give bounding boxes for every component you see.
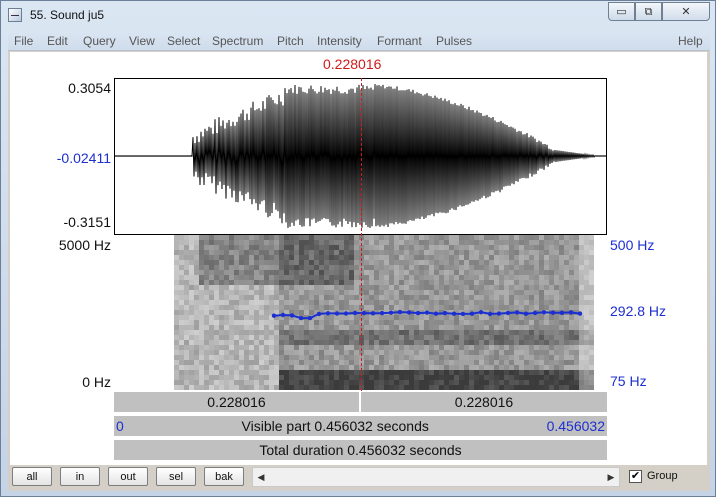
pitch-point [352,310,358,316]
zoom-back-button[interactable]: bak [204,467,244,486]
close-button[interactable]: ✕ [662,2,710,21]
pitch-point [424,310,430,315]
waveform-min-label: -0.3151 [63,214,111,230]
pitch-point [532,310,538,316]
menu-query[interactable]: Query [83,34,116,48]
pitch-point [478,310,484,315]
editor-canvas[interactable]: 0.228016 0.3054 -0.02411 -0.3151 5000 Hz… [10,52,707,487]
praat-sound-window: 55. Sound ju5 ▭ ⧉ ✕ File Edit Query View… [0,0,716,497]
waveform-mid-label: -0.02411 [56,150,111,166]
visible-part-label: Visible part 0.456032 seconds [241,418,429,434]
visible-start-label: 0 [116,418,124,434]
menu-bar: File Edit Query View Select Spectrum Pit… [8,31,710,51]
total-duration-bar[interactable]: Total duration 0.456032 seconds [114,440,607,460]
spectrogram-min-freq-label: 0 Hz [82,374,111,390]
total-duration-label: Total duration 0.456032 seconds [259,442,462,458]
group-checkbox[interactable]: ✔ [629,470,642,483]
waveform-max-label: 0.3054 [68,80,111,96]
zoom-selection-button[interactable]: sel [156,467,196,486]
menu-intensity[interactable]: Intensity [317,34,362,48]
scroll-right-arrow-icon[interactable]: ▶ [603,468,619,486]
pitch-point [397,309,403,315]
pitch-point [514,310,520,315]
window-title: 55. Sound ju5 [30,8,105,22]
maximize-button[interactable]: ⧉ [635,2,662,21]
menu-pitch[interactable]: Pitch [277,34,304,48]
menu-view[interactable]: View [129,34,155,48]
pitch-point [568,310,574,315]
pitch-point [460,311,466,317]
spectrogram-max-freq-label: 5000 Hz [58,237,111,253]
pitch-max-label: 500 Hz [610,237,655,253]
menu-edit[interactable]: Edit [47,34,68,48]
pitch-point [334,311,340,316]
pitch-point [271,313,277,318]
bottom-toolbar: all in out sel bak ◀ ▶ ✔ Group [8,465,710,491]
visible-end-label: 0.456032 [546,418,605,434]
visible-part-bar[interactable]: 0 Visible part 0.456032 seconds 0.456032 [114,416,607,436]
pitch-point [433,311,439,316]
time-scrollbar[interactable]: ◀ ▶ [252,467,620,487]
group-label: Group [647,470,678,482]
pitch-point [451,311,457,316]
pitch-point [280,312,286,318]
pitch-point [298,315,304,321]
right-of-cursor-bar[interactable]: 0.228016 [361,392,607,412]
pitch-min-label: 75 Hz [610,373,647,389]
pitch-point [523,311,529,316]
pitch-point [496,311,502,316]
pitch-cursor-label: 292.8 Hz [610,303,667,319]
pitch-point [388,310,394,315]
pitch-point [415,310,421,316]
pitch-point [370,311,376,316]
scroll-left-arrow-icon[interactable]: ◀ [253,468,269,486]
menu-spectrum[interactable]: Spectrum [212,34,263,48]
pitch-point [406,310,412,315]
pitch-point [505,310,511,316]
left-time-label: 0.228016 [207,394,266,410]
pitch-point [541,310,547,315]
minimize-button[interactable]: ▭ [608,2,635,21]
pitch-point [316,311,322,317]
pitch-point [487,311,493,317]
pitch-point [289,313,295,318]
client-area: File Edit Query View Select Spectrum Pit… [8,31,710,491]
menu-formant[interactable]: Formant [377,34,422,48]
pitch-point [550,310,556,315]
menu-pulses[interactable]: Pulses [436,34,472,48]
time-cursor-line [361,78,362,391]
pitch-point [559,310,565,315]
pitch-point [577,311,583,316]
zoom-in-button[interactable]: in [60,467,100,486]
pitch-point [307,315,313,321]
pitch-point [343,311,349,316]
menu-file[interactable]: File [14,34,33,48]
pitch-point [325,311,331,316]
cursor-time-label: 0.228016 [323,56,382,72]
zoom-out-button[interactable]: out [108,467,148,486]
menu-select[interactable]: Select [167,34,200,48]
left-of-cursor-bar[interactable]: 0.228016 [114,392,359,412]
title-bar[interactable]: 55. Sound ju5 ▭ ⧉ ✕ [1,1,716,31]
right-time-label: 0.228016 [454,394,514,410]
pitch-point [469,311,475,316]
menu-help[interactable]: Help [678,34,703,48]
pitch-point [361,310,367,316]
zoom-all-button[interactable]: all [12,467,52,486]
pitch-point [442,310,448,316]
pitch-point [379,310,385,316]
praat-app-icon [8,8,22,22]
